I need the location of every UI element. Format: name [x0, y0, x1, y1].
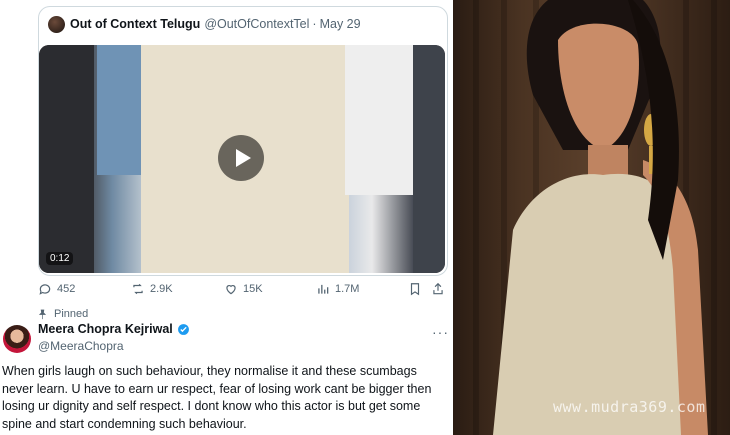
tweet-screenshot-panel: Out of Context Telugu @OutOfContextTel ·…: [0, 0, 452, 435]
like-button[interactable]: 15K: [224, 280, 263, 298]
video-figure-right-white: [345, 45, 415, 195]
video-player[interactable]: 0:12: [39, 45, 445, 273]
tweet-action-bar: 452 2.9K 15K 1.7M: [38, 280, 448, 298]
pinned-label: Pinned: [54, 308, 89, 320]
author-name[interactable]: Meera Chopra Kejriwal: [38, 322, 173, 336]
reply-button[interactable]: 452: [38, 280, 75, 298]
views-icon: [318, 284, 329, 294]
bookmark-button[interactable]: [408, 280, 427, 298]
pin-icon: [38, 309, 47, 319]
author-name-row[interactable]: Meera Chopra Kejriwal: [38, 322, 190, 336]
reply-icon: [39, 284, 51, 295]
share-icon: [433, 282, 443, 295]
video-figure-left: [39, 45, 94, 273]
verified-badge-icon: [177, 323, 189, 335]
bookmark-icon: [410, 283, 420, 296]
pinned-indicator: Pinned: [37, 308, 88, 320]
quoted-author-avatar[interactable]: [48, 15, 65, 33]
quoted-tweet-card[interactable]: Out of Context Telugu @OutOfContextTel ·…: [38, 6, 448, 276]
portrait-figure: [493, 0, 708, 435]
heart-icon: [226, 285, 236, 295]
share-button[interactable]: [431, 280, 450, 298]
quoted-tweet-header: Out of Context Telugu @OutOfContextTel ·…: [48, 15, 361, 33]
like-count: 15K: [243, 283, 263, 295]
watermark: www.mudra369.com: [553, 398, 706, 416]
views-button[interactable]: 1.7M: [316, 280, 359, 298]
tweet-body-text: When girls laugh on such behaviour, they…: [2, 364, 432, 431]
reply-count: 452: [57, 283, 76, 295]
quoted-author-handle[interactable]: @OutOfContextTel: [204, 17, 309, 31]
video-figure-blue-shirt: [97, 45, 147, 175]
portrait-photo: [453, 0, 730, 435]
retweet-button[interactable]: 2.9K: [131, 280, 173, 298]
more-options-button[interactable]: ···: [432, 324, 449, 340]
play-icon: [235, 149, 251, 167]
quoted-tweet-date[interactable]: May 29: [320, 17, 361, 31]
retweet-count: 2.9K: [150, 283, 173, 295]
video-duration: 0:12: [46, 252, 74, 265]
views-count: 1.7M: [335, 283, 360, 295]
author-avatar[interactable]: [3, 325, 31, 353]
quoted-author-name[interactable]: Out of Context Telugu: [70, 17, 200, 31]
header-separator: ·: [312, 17, 317, 31]
retweet-icon: [133, 283, 143, 295]
author-handle[interactable]: @MeeraChopra: [38, 339, 124, 353]
play-button[interactable]: [218, 135, 264, 181]
video-figure-right-dark: [413, 45, 445, 273]
